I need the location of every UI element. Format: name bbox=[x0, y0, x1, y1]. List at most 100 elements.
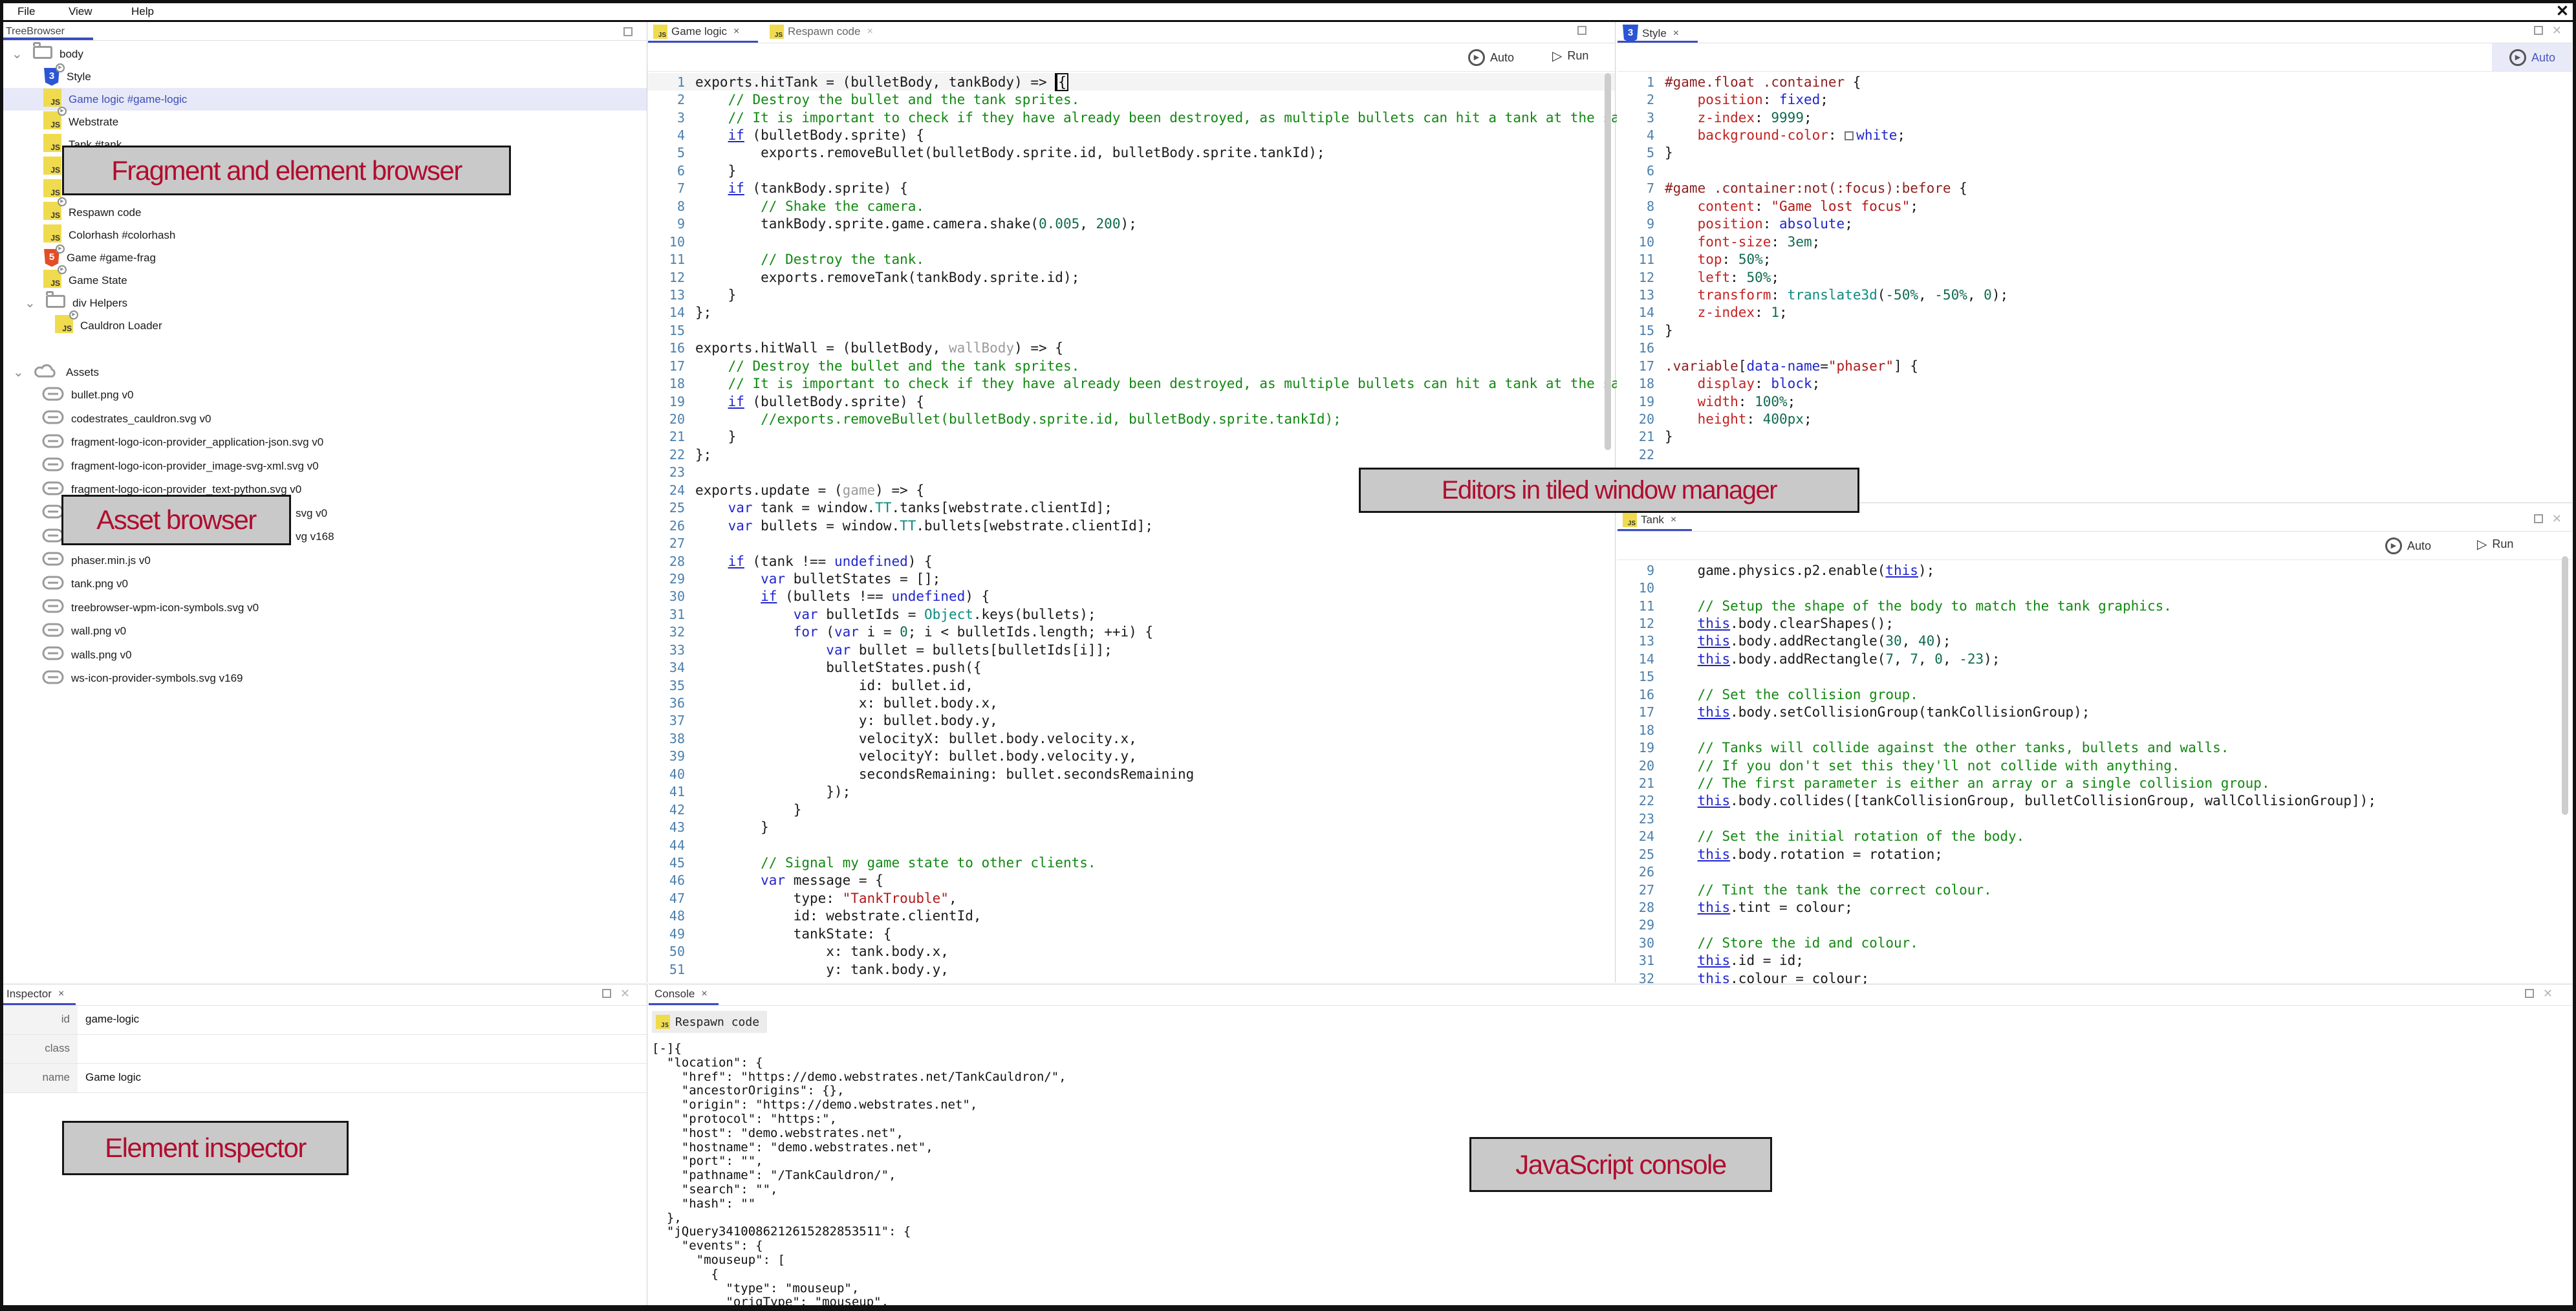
tab-game-logic[interactable]: Game logic× bbox=[653, 25, 739, 39]
code-line: 21} bbox=[1617, 428, 2572, 446]
tab-style[interactable]: 3Style× bbox=[1623, 25, 1679, 43]
maximize-icon[interactable] bbox=[602, 989, 611, 998]
close-icon[interactable]: × bbox=[867, 26, 872, 38]
close-icon[interactable]: × bbox=[733, 26, 739, 38]
auto-button[interactable]: ▶Auto bbox=[2509, 49, 2555, 66]
caret-down-icon[interactable]: ⌄ bbox=[25, 300, 39, 307]
inspector-fields: idgame-logicclassnameGame logic bbox=[3, 1006, 647, 1093]
token: } bbox=[1665, 323, 1673, 338]
code-text: exports.removeBullet(bulletBody.sprite.i… bbox=[695, 145, 1325, 160]
tree-item[interactable]: ▶Game State bbox=[3, 269, 647, 292]
asset-item[interactable]: wall.png v0 bbox=[3, 620, 647, 644]
caret-down-icon[interactable]: ⌄ bbox=[13, 369, 27, 376]
tree-item[interactable]: Colorhash #colorhash bbox=[3, 224, 647, 246]
tree-item[interactable]: ▶Webstrate bbox=[3, 111, 647, 133]
code-line: 45 // Signal my game state to other clie… bbox=[647, 854, 1615, 871]
run-button[interactable]: ▷Run bbox=[2477, 537, 2513, 551]
console-output-line: "port": "", bbox=[652, 1154, 1066, 1168]
code-line: 16 // Set the collision group. bbox=[1617, 686, 2572, 703]
tree-item-label: Colorhash #colorhash bbox=[69, 229, 175, 242]
asset-item[interactable]: tank.png v0 bbox=[3, 572, 647, 596]
close-icon[interactable]: ✕ bbox=[2543, 989, 2553, 998]
maximize-icon[interactable] bbox=[2534, 514, 2543, 523]
maximize-icon[interactable] bbox=[1577, 26, 1586, 35]
token bbox=[1665, 216, 1698, 232]
code-text: this.body.addRectangle(7, 7, 0, -23); bbox=[1665, 651, 2000, 667]
asset-item[interactable]: bullet.png v0 bbox=[3, 384, 647, 407]
run-badge-icon: ▶ bbox=[58, 265, 67, 274]
token: this bbox=[1698, 847, 1731, 862]
tree-item[interactable]: Game logic #game-logic bbox=[3, 88, 647, 111]
code-area[interactable]: 1#game.float .container {2 position: fix… bbox=[1617, 73, 2572, 464]
line-number: 14 bbox=[1617, 305, 1665, 320]
run-badge-icon: ▶ bbox=[56, 244, 65, 254]
auto-button[interactable]: ▶Auto bbox=[2385, 537, 2431, 554]
code-text: exports.hitWall = (bulletBody, wallBody)… bbox=[695, 340, 1063, 356]
token: "Game lost focus" bbox=[1771, 199, 1910, 214]
tree-item[interactable]: 5▶Game #game-frag bbox=[3, 246, 647, 269]
close-icon[interactable]: × bbox=[58, 988, 64, 1000]
window-close-icon[interactable]: ✕ bbox=[2556, 3, 2569, 20]
console-output[interactable]: [-]{ "location": { "href": "https://demo… bbox=[652, 1041, 1066, 1311]
tree-item[interactable]: ⌄body bbox=[3, 43, 647, 65]
token bbox=[695, 180, 728, 196]
code-text: // Tint the tank the correct colour. bbox=[1665, 882, 1992, 898]
asset-item[interactable]: fragment-logo-icon-provider_image-svg-xm… bbox=[3, 455, 647, 479]
token: // Shake the camera. bbox=[761, 199, 924, 214]
asset-item[interactable]: walls.png v0 bbox=[3, 644, 647, 667]
token: //exports.removeBullet(bulletBody.sprite… bbox=[761, 411, 1341, 427]
code-line: 18 bbox=[1617, 721, 2572, 739]
vertical-scrollbar-thumb[interactable] bbox=[2562, 556, 2568, 815]
asset-item[interactable]: phaser.min.js v0 bbox=[3, 549, 647, 573]
asset-item[interactable]: treebrowser-wpm-icon-symbols.svg v0 bbox=[3, 596, 647, 620]
tree-item[interactable]: ▶Cauldron Loader bbox=[3, 314, 647, 337]
vertical-scrollbar-thumb[interactable] bbox=[1605, 73, 1611, 450]
asset-item[interactable]: ws-icon-provider-symbols.svg v169 bbox=[3, 667, 647, 691]
menu-help[interactable]: Help bbox=[131, 5, 154, 18]
close-icon[interactable]: ✕ bbox=[2552, 514, 2562, 523]
token bbox=[1665, 651, 1698, 667]
code-area[interactable]: 1exports.hitTank = (bulletBody, tankBody… bbox=[647, 73, 1615, 978]
line-number: 43 bbox=[647, 819, 695, 835]
code-line: 24 // Set the initial rotation of the bo… bbox=[1617, 828, 2572, 845]
auto-button[interactable]: ▶Auto bbox=[1468, 49, 1514, 66]
maximize-icon[interactable] bbox=[2525, 989, 2534, 998]
tree-item[interactable]: 3▶Style bbox=[3, 65, 647, 88]
tree-item[interactable]: ▶Respawn code bbox=[3, 201, 647, 224]
code-area[interactable]: 9 game.physics.p2.enable(this);1011 // S… bbox=[1617, 561, 2572, 1005]
inspector-field-value[interactable]: game-logic bbox=[85, 1013, 139, 1026]
console-output-line: "pathname": "/TankCauldron/", bbox=[652, 1168, 1066, 1182]
token bbox=[1665, 92, 1698, 107]
asset-item[interactable]: codestrates_cauldron.svg v0 bbox=[3, 407, 647, 431]
token: } bbox=[1665, 145, 1673, 160]
maximize-icon[interactable] bbox=[623, 27, 633, 36]
close-icon[interactable]: × bbox=[1673, 28, 1679, 39]
tab-tank[interactable]: Tank× bbox=[1623, 513, 1676, 527]
token: x: tank.body.x, bbox=[695, 944, 949, 959]
line-number: 39 bbox=[647, 748, 695, 764]
token bbox=[1665, 793, 1698, 808]
asset-item[interactable]: fragment-logo-icon-provider_application-… bbox=[3, 431, 647, 455]
run-button[interactable]: ▷Run bbox=[1552, 49, 1588, 63]
close-icon[interactable]: × bbox=[1671, 514, 1676, 526]
tree-item[interactable]: ⌄Assets bbox=[3, 361, 647, 384]
token bbox=[695, 607, 794, 622]
menu-file[interactable]: File bbox=[17, 5, 35, 18]
tree-item-icon-wrap bbox=[43, 134, 61, 155]
tab-console[interactable]: Console× bbox=[655, 988, 708, 1001]
console-source-chip[interactable]: Respawn code bbox=[652, 1011, 767, 1033]
caret-down-icon[interactable]: ⌄ bbox=[12, 51, 26, 58]
code-line: 5 exports.removeBullet(bulletBody.sprite… bbox=[647, 144, 1615, 162]
tab-inspector[interactable]: Inspector× bbox=[6, 988, 64, 1001]
tree-item[interactable]: ⌄div Helpers bbox=[3, 292, 647, 314]
maximize-icon[interactable] bbox=[2534, 26, 2543, 35]
close-icon[interactable]: ✕ bbox=[2552, 26, 2562, 35]
menu-view[interactable]: View bbox=[69, 5, 92, 18]
inspector-field-value[interactable]: Game logic bbox=[85, 1071, 141, 1084]
close-icon[interactable]: × bbox=[701, 988, 707, 1000]
console-output-line: }, bbox=[652, 1211, 1066, 1225]
token: } bbox=[1665, 429, 1673, 444]
tab-respawn-code[interactable]: Respawn code× bbox=[770, 25, 873, 39]
close-icon[interactable]: ✕ bbox=[620, 989, 630, 998]
token bbox=[1665, 847, 1698, 862]
